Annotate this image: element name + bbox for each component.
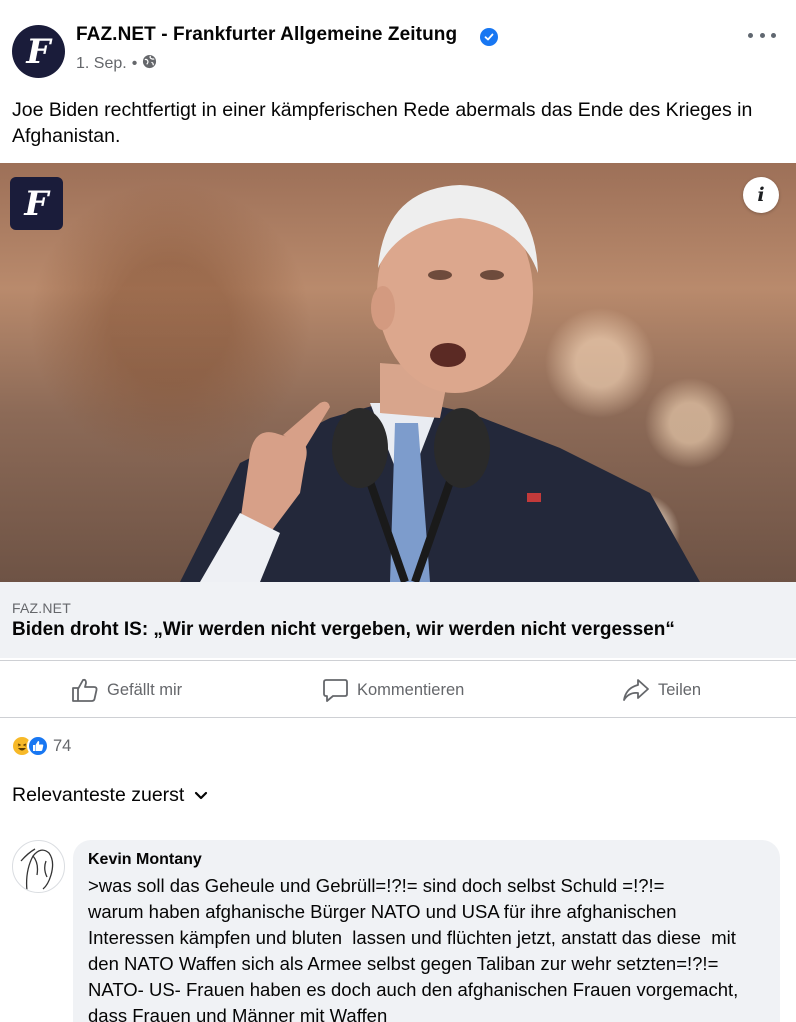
- faz-logo-letter: F: [26, 31, 51, 72]
- meta-separator: •: [131, 55, 138, 72]
- share-button[interactable]: Teilen: [622, 661, 701, 719]
- share-arrow-icon: [623, 679, 649, 701]
- comment-bubble: Kevin Montany >was soll das Geheule und …: [73, 840, 780, 1022]
- post-action-bar: Gefällt mir Kommentieren Teilen: [0, 660, 796, 718]
- link-domain: FAZ.NET: [12, 600, 71, 616]
- post-meta: 1. Sep. •: [76, 54, 157, 74]
- post-header: F FAZ.NET - Frankfurter Allgemeine Zeitu…: [0, 0, 796, 95]
- faz-watermark-logo: F: [10, 177, 63, 230]
- reaction-count: 74: [53, 736, 72, 755]
- info-button[interactable]: i: [743, 177, 779, 213]
- page-avatar[interactable]: F: [12, 25, 65, 78]
- sort-label: Relevanteste zuerst: [12, 784, 185, 806]
- comment-text: >was soll das Geheule und Gebrüll=!?!= s…: [88, 875, 739, 1022]
- link-preview-card[interactable]: FAZ.NET Biden droht IS: „Wir werden nich…: [0, 582, 796, 658]
- comment-author[interactable]: Kevin Montany: [88, 850, 765, 870]
- commenter-avatar[interactable]: [12, 840, 65, 893]
- like-icon: [27, 735, 49, 757]
- reactions-summary[interactable]: 74: [11, 734, 71, 758]
- speaker-illustration: [180, 185, 700, 582]
- faz-watermark-letter: F: [24, 183, 49, 224]
- share-label: Teilen: [658, 680, 702, 699]
- like-button[interactable]: Gefällt mir: [71, 661, 182, 719]
- post-text: Joe Biden rechtfertigt in einer kämpferi…: [12, 99, 753, 147]
- verified-badge-icon: [480, 28, 498, 46]
- globe-icon: [142, 54, 157, 74]
- post-photo[interactable]: F: [0, 163, 796, 582]
- comment-sort-dropdown[interactable]: Relevanteste zuerst: [12, 784, 208, 807]
- chevron-down-icon: [195, 791, 208, 799]
- more-options-icon[interactable]: [748, 26, 776, 44]
- info-icon: i: [757, 184, 765, 206]
- comment-button[interactable]: Kommentieren: [322, 661, 464, 719]
- thumbs-up-icon: [72, 678, 98, 702]
- post-date[interactable]: 1. Sep.: [76, 55, 127, 73]
- comment-label: Kommentieren: [357, 680, 465, 699]
- link-title: Biden droht IS: „Wir werden nicht vergeb…: [12, 619, 675, 640]
- like-label: Gefällt mir: [107, 680, 183, 699]
- page-name[interactable]: FAZ.NET - Frankfurter Allgemeine Zeitung: [76, 24, 457, 46]
- comment-bubble-icon: [323, 679, 348, 702]
